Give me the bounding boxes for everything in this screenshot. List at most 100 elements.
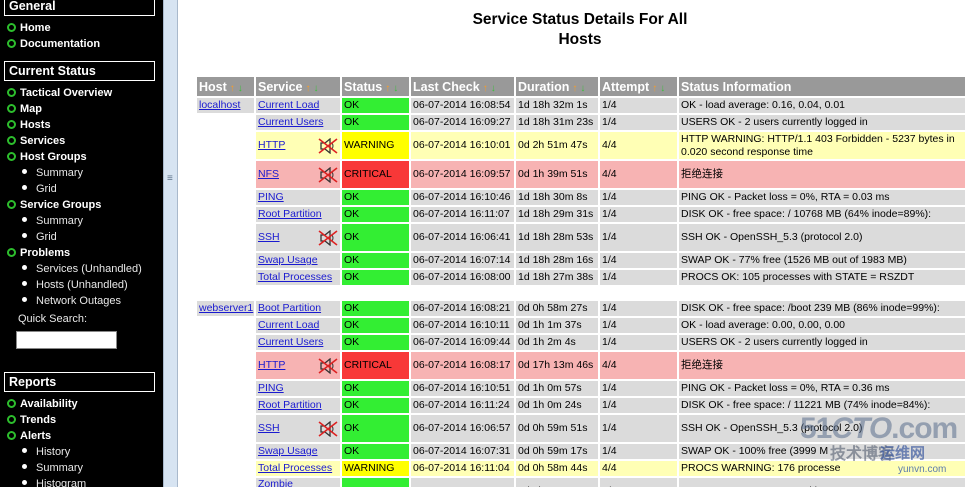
nav-subitem-host-groups-grid[interactable]: Grid: [22, 182, 57, 198]
host-cell: [197, 335, 254, 350]
service-link[interactable]: Total Processes: [258, 271, 332, 283]
status-badge: WARNING: [342, 132, 409, 159]
service-cell[interactable]: PING: [256, 190, 340, 205]
service-cell[interactable]: Current Users: [256, 335, 340, 350]
nav-subitem-problems-services-unhandled[interactable]: Services (Unhandled): [22, 262, 142, 278]
nav-item-service-groups[interactable]: Service Groups: [7, 198, 101, 214]
nav-item-map[interactable]: Map: [7, 102, 42, 118]
service-cell[interactable]: SSH: [256, 224, 340, 251]
service-cell[interactable]: Total Processes: [256, 270, 340, 285]
nav-item-availability[interactable]: Availability: [7, 397, 78, 413]
notifications-disabled-icon[interactable]: [318, 166, 338, 183]
service-link[interactable]: SSH: [258, 422, 280, 434]
nav-item-documentation[interactable]: Documentation: [7, 37, 100, 53]
nav-item-trends[interactable]: Trends: [7, 413, 56, 429]
service-cell[interactable]: HTTP: [256, 132, 340, 159]
service-cell[interactable]: Current Load: [256, 318, 340, 333]
sort-descending-icon[interactable]: ↓: [580, 83, 585, 94]
service-cell[interactable]: Current Users: [256, 115, 340, 130]
table-row: Current Users OK 06-07-2014 16:09:44 0d 1h …: [197, 335, 965, 350]
nav-subitem-alerts-histogram[interactable]: Histogram: [22, 477, 86, 487]
service-cell[interactable]: Current Load: [256, 98, 340, 113]
service-cell[interactable]: SSH: [256, 415, 340, 442]
service-link[interactable]: Root Partition: [258, 208, 322, 220]
divider-grip-icon[interactable]: ≡: [167, 174, 173, 184]
nav-subitem-problems-network-outages[interactable]: Network Outages: [22, 294, 121, 310]
service-link[interactable]: PING: [258, 191, 284, 203]
service-cell[interactable]: HTTP: [256, 352, 340, 379]
service-cell-wrap: HTTP: [258, 132, 338, 159]
service-link[interactable]: Swap Usage: [258, 445, 318, 457]
host-cell[interactable]: localhost: [197, 98, 254, 113]
service-link[interactable]: PING: [258, 382, 284, 394]
service-link[interactable]: Zombie Processes: [258, 478, 308, 487]
service-cell[interactable]: Boot Partition: [256, 301, 340, 316]
service-link[interactable]: Boot Partition: [258, 302, 321, 314]
service-link[interactable]: Root Partition: [258, 399, 322, 411]
notifications-disabled-icon[interactable]: [318, 420, 338, 437]
host-link[interactable]: webserver1: [199, 302, 253, 314]
service-link[interactable]: HTTP: [258, 359, 285, 371]
nav-subitem-alerts-history[interactable]: History: [22, 445, 70, 461]
nav-subitem-label: Summary: [36, 215, 84, 227]
last-check-cell: 06-07-2014 16:08:00: [411, 270, 514, 285]
nav-subitem-service-groups-summary[interactable]: Summary: [22, 214, 83, 230]
service-link[interactable]: HTTP: [258, 139, 285, 151]
quick-search-input[interactable]: [16, 331, 117, 349]
service-link[interactable]: Total Processes: [258, 462, 332, 474]
service-link[interactable]: Current Load: [258, 99, 319, 111]
sort-descending-icon[interactable]: ↓: [491, 83, 496, 94]
service-cell[interactable]: Zombie Processes: [256, 478, 340, 487]
nav-item-hosts[interactable]: Hosts: [7, 118, 51, 134]
sort-descending-icon[interactable]: ↓: [393, 83, 398, 94]
sort-descending-icon[interactable]: ↓: [238, 83, 243, 94]
nav-item-tactical-overview[interactable]: Tactical Overview: [7, 86, 112, 102]
notifications-disabled-icon[interactable]: [318, 229, 338, 246]
nav-item-host-groups[interactable]: Host Groups: [7, 150, 87, 166]
notifications-disabled-icon[interactable]: [318, 137, 338, 154]
nav-subitem-host-groups-summary[interactable]: Summary: [22, 166, 83, 182]
column-header-label: Attempt: [602, 79, 650, 94]
notifications-disabled-icon[interactable]: [318, 357, 338, 374]
nav-item-services[interactable]: Services: [7, 134, 65, 150]
table-row: Root Partition OK 06-07-2014 16:11:24 0d 1h…: [197, 398, 965, 413]
nav-subitem-alerts-summary[interactable]: Summary: [22, 461, 83, 477]
sort-descending-icon[interactable]: ↓: [313, 83, 318, 94]
nav-subitem-service-groups-grid[interactable]: Grid: [22, 230, 57, 246]
sort-ascending-icon[interactable]: ↑: [385, 83, 390, 94]
column-header-last-check: Last Check ↑ ↓: [411, 77, 514, 96]
sort-ascending-icon[interactable]: ↑: [572, 83, 577, 94]
host-cell: [197, 444, 254, 459]
service-cell[interactable]: NFS: [256, 161, 340, 188]
sort-ascending-icon[interactable]: ↑: [483, 83, 488, 94]
service-link[interactable]: Current Load: [258, 319, 319, 331]
frame-divider[interactable]: ≡: [163, 0, 178, 487]
service-cell[interactable]: PING: [256, 381, 340, 396]
service-cell[interactable]: Total Processes: [256, 461, 340, 476]
table-row: HTTP WARNING 06-07-2014 16:10:01 0d 2h 51m …: [197, 132, 965, 159]
service-cell[interactable]: Root Partition: [256, 398, 340, 413]
host-link[interactable]: localhost: [199, 99, 240, 111]
service-link[interactable]: SSH: [258, 231, 280, 243]
host-cell: [197, 415, 254, 442]
sort-ascending-icon[interactable]: ↑: [652, 83, 657, 94]
service-link[interactable]: Current Users: [258, 336, 323, 348]
nav-subitem-problems-hosts-unhandled[interactable]: Hosts (Unhandled): [22, 278, 128, 294]
service-link[interactable]: Current Users: [258, 116, 323, 128]
duration-cell: 0d 1h 0m 57s: [516, 381, 598, 396]
sort-ascending-icon[interactable]: ↑: [305, 83, 310, 94]
service-link[interactable]: Swap Usage: [258, 254, 318, 266]
sort-ascending-icon[interactable]: ↑: [230, 83, 235, 94]
host-cell[interactable]: webserver1: [197, 301, 254, 316]
service-cell[interactable]: Swap Usage: [256, 444, 340, 459]
attempt-cell: 1/4: [600, 270, 677, 285]
service-cell[interactable]: Swap Usage: [256, 253, 340, 268]
column-header-host: Host ↑ ↓: [197, 77, 254, 96]
service-link[interactable]: NFS: [258, 168, 279, 180]
service-cell[interactable]: Root Partition: [256, 207, 340, 222]
nav-item-alerts[interactable]: Alerts: [7, 429, 51, 445]
nav-item-problems[interactable]: Problems: [7, 246, 70, 262]
duration-cell: 0d 0h 59m 51s: [516, 415, 598, 442]
nav-item-home[interactable]: Home: [7, 21, 51, 37]
sort-descending-icon[interactable]: ↓: [660, 83, 665, 94]
